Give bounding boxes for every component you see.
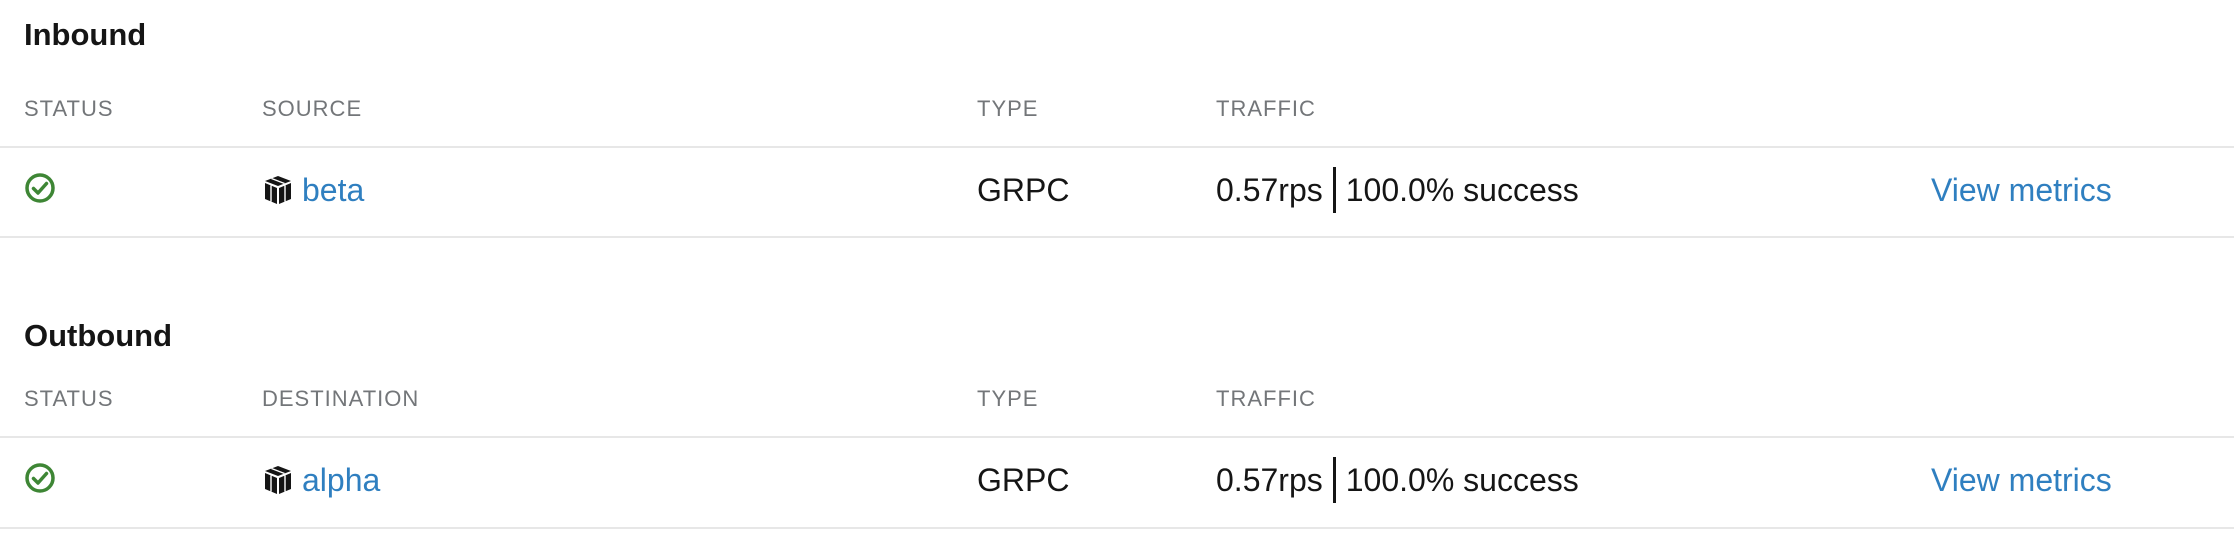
outbound-header-divider — [0, 436, 2234, 438]
outbound-title: Outbound — [24, 318, 173, 353]
success-rate: 100.0% success — [1345, 462, 1579, 498]
traffic-cell: 0.57rps 100.0% success — [1216, 167, 1579, 213]
cube-icon — [265, 176, 291, 204]
cube-icon — [265, 466, 291, 494]
view-metrics-link[interactable]: View metrics — [1931, 460, 2112, 500]
traffic-separator — [1332, 167, 1336, 213]
type-cell: GRPC — [977, 462, 1070, 498]
outbound-type-header: TYPE — [977, 386, 1039, 411]
source-link-beta[interactable]: beta — [262, 170, 364, 210]
inbound-source-header: SOURCE — [262, 96, 363, 121]
rps-value: 0.57rps — [1216, 172, 1323, 208]
inbound-title: Inbound — [24, 17, 147, 52]
traffic-cell: 0.57rps 100.0% success — [1216, 457, 1579, 503]
inbound-type-header: TYPE — [977, 96, 1039, 121]
check-circle-icon — [25, 463, 55, 493]
destination-link-alpha[interactable]: alpha — [262, 460, 380, 500]
outbound-destination-header: DESTINATION — [262, 386, 420, 411]
outbound-row-divider — [0, 527, 2234, 529]
check-circle-icon — [25, 173, 55, 203]
outbound-traffic-header: TRAFFIC — [1216, 386, 1316, 411]
source-name: beta — [302, 172, 365, 208]
outbound-status-header: STATUS — [24, 386, 114, 411]
inbound-row-divider — [0, 236, 2234, 238]
destination-name: alpha — [302, 462, 381, 498]
inbound-status-header: STATUS — [24, 96, 114, 121]
traffic-separator — [1332, 457, 1336, 503]
inbound-traffic-header: TRAFFIC — [1216, 96, 1316, 121]
type-cell: GRPC — [977, 172, 1070, 208]
inbound-header-divider — [0, 146, 2234, 148]
success-rate: 100.0% success — [1345, 172, 1579, 208]
rps-value: 0.57rps — [1216, 462, 1323, 498]
view-metrics-link[interactable]: View metrics — [1931, 170, 2112, 210]
